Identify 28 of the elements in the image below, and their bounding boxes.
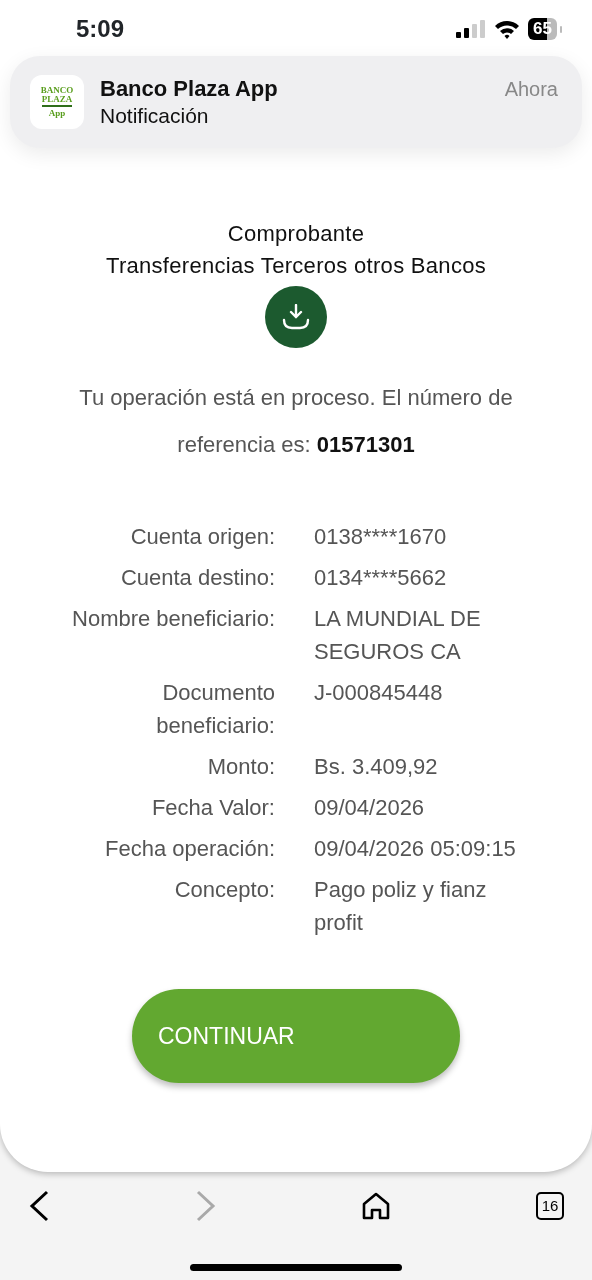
notification-time: Ahora bbox=[504, 77, 558, 102]
status-time: 5:09 bbox=[76, 14, 125, 44]
wifi-icon bbox=[494, 19, 521, 39]
detail-label: Nombre beneficiario: bbox=[72, 605, 275, 633]
detail-label: Monto: bbox=[207, 753, 275, 781]
detail-value: Pago poliz y fianz profit bbox=[314, 876, 488, 937]
detail-label: Cuenta destino: bbox=[120, 564, 275, 592]
detail-label: Documento beneficiario: bbox=[155, 679, 275, 740]
signal-icon bbox=[456, 20, 487, 38]
detail-label: Cuenta origen: bbox=[130, 523, 275, 551]
detail-value: 0138****1670 bbox=[314, 523, 448, 551]
detail-value: 0134****5662 bbox=[314, 564, 448, 592]
detail-label: Fecha Valor: bbox=[151, 794, 275, 822]
app-icon: BANCO PLAZA App bbox=[30, 75, 84, 129]
detail-value: J-000845448 bbox=[314, 679, 444, 707]
status-message: Tu operación está en proceso. El número de referencia es: 01571301 bbox=[78, 384, 514, 459]
notification-body: Notificación bbox=[100, 102, 210, 128]
detail-value: 09/04/2026 bbox=[314, 794, 426, 822]
detail-label: Concepto: bbox=[174, 876, 275, 904]
detail-value: LA MUNDIAL DE SEGUROS CA bbox=[314, 605, 482, 666]
notification-banner[interactable]: BANCO PLAZA App Banco Plaza App Notificación Ahora bbox=[10, 56, 582, 148]
detail-value: Bs. 3.409,92 bbox=[314, 753, 439, 781]
notification-title: Banco Plaza App bbox=[100, 76, 279, 103]
download-icon bbox=[281, 304, 311, 330]
detail-label: Fecha operación: bbox=[105, 835, 275, 863]
detail-value: 09/04/2026 05:09:15 bbox=[314, 835, 517, 863]
receipt-subtitle: Transferencias Terceros otros Bancos bbox=[104, 252, 488, 280]
receipt-title: Comprobante bbox=[226, 220, 366, 248]
